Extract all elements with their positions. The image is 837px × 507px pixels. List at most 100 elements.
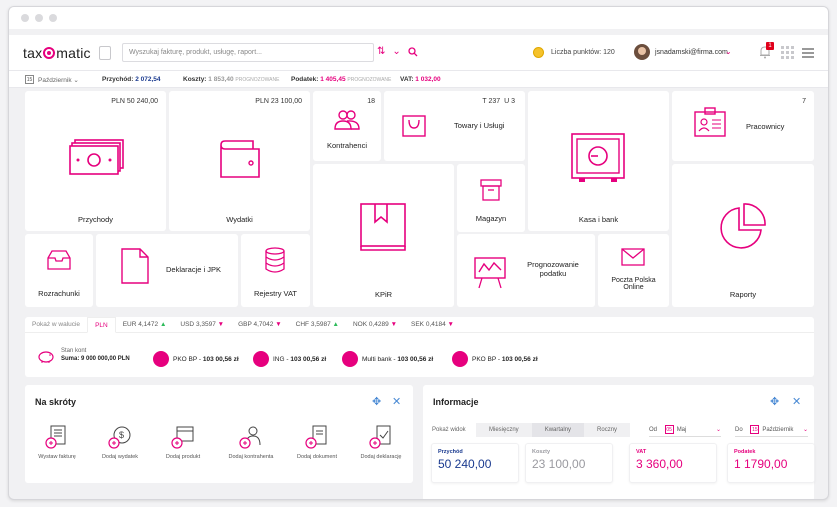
tile-prognozowanie[interactable]: Prognozowanie podatku <box>457 234 595 307</box>
book-icon <box>360 203 406 251</box>
money-icon <box>69 139 124 175</box>
shortcut-dodaj-deklaracje[interactable]: Dodaj deklarację <box>351 425 411 460</box>
expense-add-icon: $ <box>108 426 131 449</box>
info-card-przychod[interactable]: Przychód 50 240,00 <box>431 443 519 483</box>
tile-kasa[interactable]: Kasa i bank <box>528 91 669 231</box>
tile-rozrachunki[interactable]: Rozrachunki <box>25 234 93 307</box>
period-yearly[interactable]: Roczny <box>584 423 631 437</box>
tab-currency-nok[interactable]: NOK 0,4289 ▼ <box>346 317 404 333</box>
account-status-label: Stan kont <box>61 348 87 354</box>
calendar-icon[interactable]: 15 <box>25 75 34 84</box>
tile-label: Pracownicy <box>746 122 785 131</box>
tile-label: Prognozowanie podatku <box>527 260 579 278</box>
stat-przychod: Przychód: 2 072,54 <box>102 76 161 83</box>
tile-label: Kontrahenci <box>326 141 368 150</box>
user-menu-chevron-icon[interactable]: ⌄ <box>725 47 732 56</box>
tile-przychody[interactable]: PLN 50 240,00 Przychody <box>25 91 166 231</box>
shortcut-dodaj-dokument[interactable]: Dodaj dokument <box>287 425 347 460</box>
date-from-select[interactable]: Od 05 Maj ⌄ <box>649 423 721 437</box>
search-input[interactable]: Wyszukaj fakturę, produkt, usługę, rapor… <box>122 43 374 62</box>
tab-currency-pln[interactable]: PLN <box>87 316 116 333</box>
tab-currency-sek[interactable]: SEK 0,4184 ▼ <box>404 317 461 333</box>
card-value: 1 1790,00 <box>734 457 788 471</box>
tile-towary[interactable]: T 237 U 3 Towary i Usługi <box>384 91 525 161</box>
info-card-vat[interactable]: VAT 3 360,00 <box>629 443 717 483</box>
month-select[interactable]: Październik ⌄ <box>38 76 79 84</box>
apps-grid-icon[interactable] <box>781 46 794 59</box>
tile-label: Kasa i bank <box>578 215 619 224</box>
tile-label: KPiR <box>374 290 393 299</box>
tile-poczta[interactable]: Poczta Polska Online <box>598 234 669 307</box>
document-icon[interactable] <box>99 46 111 60</box>
tile-label: Raporty <box>729 290 757 299</box>
view-label: Pokaż widok <box>432 427 466 433</box>
bank-account-1[interactable]: PKO BP - 103 00,56 zł <box>153 351 239 367</box>
window-close-dot[interactable] <box>21 14 29 22</box>
period-quarterly[interactable]: Kwartalny <box>531 423 585 437</box>
window-titlebar <box>9 7 828 29</box>
currency-tabs: Pokaż w walucie PLN EUR 4,1472 ▲ USD 3,3… <box>25 316 814 333</box>
move-icon[interactable]: ✥ <box>770 395 779 408</box>
tile-kpir[interactable]: KPiR <box>313 164 454 307</box>
tile-kontrahenci[interactable]: 18 Kontrahenci <box>313 91 381 161</box>
calendar-icon: 15 <box>750 425 760 434</box>
id-card-icon <box>694 107 726 137</box>
safe-icon <box>571 133 625 182</box>
hamburger-menu-icon[interactable] <box>802 48 814 60</box>
towary-count: T 237 U 3 <box>482 98 515 105</box>
shopping-bag-icon <box>402 115 426 137</box>
info-card-podatek[interactable]: Podatek 1 1790,00 <box>727 443 815 483</box>
przychody-amount: PLN 50 240,00 <box>111 98 158 105</box>
wallet-icon <box>220 140 260 178</box>
date-to-select[interactable]: Do 15 Październik ⌄ <box>735 423 808 437</box>
app-window: tax matic Wyszukaj fakturę, produkt, usłu… <box>8 6 829 500</box>
card-value: 50 240,00 <box>438 457 492 471</box>
taxomatic-logo[interactable]: tax matic <box>23 45 91 61</box>
tile-label: Towary i Usługi <box>454 121 505 130</box>
tab-currency-gbp[interactable]: GBP 4,7042 ▼ <box>231 317 289 333</box>
document-add-icon <box>305 425 327 449</box>
people-icon <box>334 110 360 130</box>
account-sum: Suma: 9 000 000,00 PLN <box>61 356 130 362</box>
tab-currency-usd[interactable]: USD 3,3597 ▼ <box>173 317 231 333</box>
tile-deklaracje[interactable]: Deklaracje i JPK <box>96 234 238 307</box>
presentation-chart-icon <box>474 257 506 289</box>
card-title: VAT <box>636 449 647 455</box>
shortcut-dodaj-wydatek[interactable]: $ Dodaj wydatek <box>90 425 150 460</box>
shortcut-dodaj-kontrahenta[interactable]: Dodaj kontrahenta <box>221 425 281 460</box>
period-monthly[interactable]: Miesięczny <box>476 423 532 437</box>
close-icon[interactable]: ✕ <box>792 395 801 408</box>
avatar[interactable] <box>634 44 650 60</box>
search-tools: ⇅ ⌄ <box>377 47 418 57</box>
tile-label: Poczta Polska Online <box>611 277 656 291</box>
tab-currency-eur[interactable]: EUR 4,1472 ▲ <box>116 317 174 333</box>
info-card-koszty[interactable]: Koszty 23 100,00 <box>525 443 613 483</box>
tile-rejestry[interactable]: Rejestry VAT <box>241 234 310 307</box>
tile-magazyn[interactable]: Magazyn <box>457 164 525 232</box>
window-maximize-dot[interactable] <box>49 14 57 22</box>
user-email[interactable]: jsnadamski@firma.com <box>655 49 728 56</box>
currency-show-label: Pokaż w walucie <box>32 320 81 328</box>
pracownicy-count: 7 <box>802 98 806 105</box>
points-coin-icon <box>533 47 544 58</box>
bank-account-2[interactable]: ING - 103 00,56 zł <box>253 351 326 367</box>
points-label[interactable]: Liczba punktów: 120 <box>551 49 615 56</box>
tab-currency-chf[interactable]: CHF 3,5987 ▲ <box>289 317 346 333</box>
search-icon[interactable] <box>408 47 418 57</box>
svg-text:$: $ <box>119 430 124 440</box>
close-icon[interactable]: ✕ <box>392 395 401 408</box>
shortcut-dodaj-produkt[interactable]: Dodaj produkt <box>153 425 213 460</box>
database-icon <box>265 247 285 273</box>
window-minimize-dot[interactable] <box>35 14 43 22</box>
envelope-icon <box>621 248 645 266</box>
chevron-down-icon[interactable]: ⌄ <box>392 47 400 57</box>
tile-pracownicy[interactable]: 7 Pracownicy <box>672 91 814 161</box>
shortcut-wystaw-fakture[interactable]: Wystaw fakturę <box>27 425 87 460</box>
sort-icon[interactable]: ⇅ <box>377 47 385 57</box>
bank-account-3[interactable]: Multi bank - 103 00,56 zł <box>342 351 433 367</box>
tile-wydatki[interactable]: PLN 23 100,00 Wydatki <box>169 91 310 231</box>
move-icon[interactable]: ✥ <box>372 395 381 408</box>
tile-raporty[interactable]: Raporty <box>672 164 814 307</box>
bank-account-4[interactable]: PKO BP - 103 00,56 zł <box>452 351 538 367</box>
tile-label: Wydatki <box>226 215 253 224</box>
